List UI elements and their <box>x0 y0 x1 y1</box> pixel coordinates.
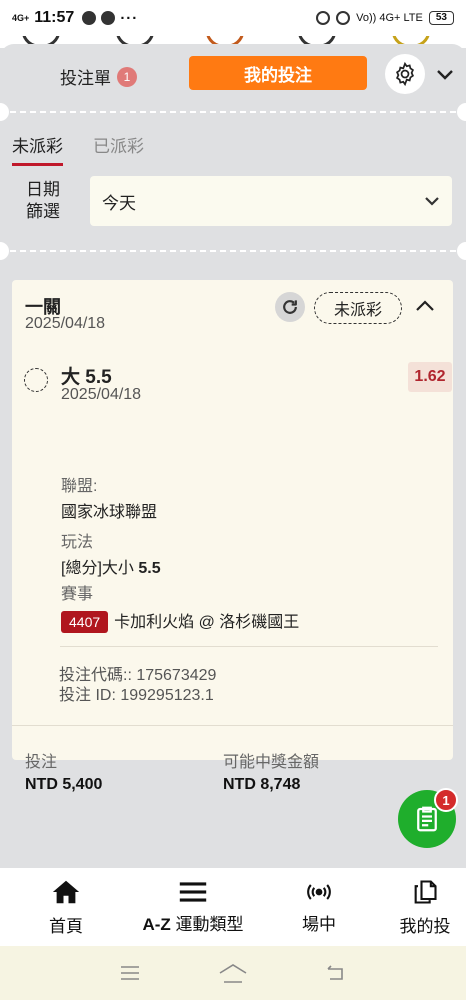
league-value: 國家冰球聯盟 <box>61 504 158 521</box>
date-filter-row: 日期 篩選 今天 <box>26 176 452 226</box>
my-bets-button[interactable]: 我的投注 <box>189 56 367 90</box>
gear-icon <box>396 61 414 87</box>
alarm-icon <box>316 11 331 25</box>
divider <box>0 111 466 113</box>
payout-label: 可能中獎金額 <box>223 754 320 771</box>
event-id-badge: 4407 <box>61 611 109 633</box>
menu-icon <box>179 881 207 902</box>
payout-block: 可能中獎金額 NTD 8,748 <box>223 748 319 794</box>
bet-code: 投注代碼:: 175673429 <box>59 667 217 684</box>
notch <box>457 103 466 121</box>
stake-label: 投注 <box>25 754 58 771</box>
event-name: 卡加利火焰 @ 洛杉磯國王 <box>114 614 300 631</box>
bet-card-header: 一關 2025/04/18 未派彩 <box>12 280 453 340</box>
mute-icon <box>336 11 351 25</box>
settlement-tabs: 未派彩 已派彩 <box>12 132 144 166</box>
bet-slip-label: 投注單 <box>60 69 111 88</box>
status-time: 11:57 <box>34 9 75 26</box>
collapse-card-button[interactable] <box>413 294 437 318</box>
divider <box>0 250 466 252</box>
notch <box>0 242 9 260</box>
league-detail: 聯盟: 國家冰球聯盟 <box>61 472 157 522</box>
tab-settled[interactable]: 已派彩 <box>93 132 144 166</box>
market-label: 玩法 <box>61 534 94 551</box>
my-bets-sheet: 投注單 1 我的投注 未派彩 已派彩 日期 篩選 今天 一關 2025/04/1… <box>0 44 466 868</box>
app-notification-icon <box>82 11 97 25</box>
battery-icon: 53 <box>428 11 454 25</box>
status-right: Vo)) 4G+ LTE 53 <box>316 11 454 25</box>
divider <box>12 725 453 726</box>
nav-label: A-Z 運動類型 <box>142 910 243 935</box>
chevron-up-icon <box>416 300 434 311</box>
payout-value: NTD 8,748 <box>223 776 301 793</box>
tab-unsettled[interactable]: 未派彩 <box>12 132 63 166</box>
date-filter-label-line: 日期 <box>26 180 60 199</box>
bet-card: 一關 2025/04/18 未派彩 大 5.5 2025/04/18 1.62 … <box>12 280 453 793</box>
refresh-icon <box>283 300 297 314</box>
event-detail: 賽事 4407 卡加利火焰 @ 洛杉磯國王 <box>61 580 299 633</box>
date-filter-value: 今天 <box>102 193 136 213</box>
notch <box>457 242 466 260</box>
bet-status-badge: 未派彩 <box>314 292 402 324</box>
selection-date: 2025/04/18 <box>61 386 142 403</box>
market-name: [總分]大小 <box>61 560 139 577</box>
date-filter-select[interactable]: 今天 <box>90 176 452 226</box>
bet-date: 2025/04/18 <box>25 315 106 332</box>
bet-codes: 投注代碼:: 175673429 投注 ID: 199295123.1 <box>59 666 216 706</box>
league-label: 聯盟: <box>61 478 98 495</box>
more-notifications-icon: ··· <box>120 9 139 27</box>
bottom-nav: 首頁 A-Z 運動類型 場中 我的投 <box>0 868 466 946</box>
home-icon <box>52 880 80 903</box>
live-icon <box>307 883 331 900</box>
date-filter-label: 日期 篩選 <box>26 179 66 223</box>
date-filter-label-line: 篩選 <box>26 202 60 221</box>
bet-slip-count-badge: 1 <box>117 66 137 87</box>
chevron-down-icon <box>425 197 439 206</box>
event-label: 賽事 <box>61 586 94 603</box>
bet-slip-count-badge: 1 <box>434 788 458 812</box>
recent-apps-icon[interactable] <box>118 964 142 982</box>
line-notification-icon <box>101 11 116 25</box>
odds-badge: 1.62 <box>408 362 452 392</box>
bet-id: 投注 ID: 199295123.1 <box>59 687 214 704</box>
home-button-icon[interactable] <box>217 962 249 984</box>
divider <box>60 646 438 647</box>
system-nav-bar <box>0 946 466 1000</box>
status-bar: 4G+ 11:57 ··· Vo)) 4G+ LTE 53 <box>0 0 466 36</box>
nav-label-bold: A-Z <box>142 914 171 934</box>
nav-live[interactable]: 場中 <box>254 868 384 946</box>
signal-text: Vo)) 4G+ LTE <box>356 12 423 24</box>
market-detail: 玩法 [總分]大小 5.5 <box>61 528 161 578</box>
nav-label: 場中 <box>302 914 336 934</box>
sheet-header: 投注單 1 我的投注 <box>0 44 466 104</box>
selection-name: 大 5.5 <box>61 367 112 388</box>
nav-sports[interactable]: A-Z 運動類型 <box>132 868 254 946</box>
network-indicator: 4G+ <box>12 12 30 23</box>
settings-button[interactable] <box>385 54 425 94</box>
nav-label: 首頁 <box>49 916 83 936</box>
refresh-button[interactable] <box>275 292 305 322</box>
market-value: [總分]大小 5.5 <box>61 554 161 578</box>
nav-label-text: 運動類型 <box>170 914 244 934</box>
copy-icon <box>414 879 437 904</box>
collapse-sheet-button[interactable] <box>432 62 458 88</box>
nav-label: 我的投 <box>399 916 451 936</box>
notch <box>0 103 9 121</box>
pending-status-icon <box>24 368 48 392</box>
nav-home[interactable]: 首頁 <box>0 868 132 946</box>
chevron-down-icon <box>437 70 453 80</box>
market-line: 5.5 <box>138 560 161 577</box>
stake-value: NTD 5,400 <box>25 776 103 793</box>
event-value: 4407 卡加利火焰 @ 洛杉磯國王 <box>61 608 299 633</box>
stake-block: 投注 NTD 5,400 <box>25 748 102 794</box>
bet-slip-tab[interactable]: 投注單 1 <box>60 64 137 89</box>
back-icon[interactable] <box>324 963 348 983</box>
nav-my-bets[interactable]: 我的投 <box>384 868 466 946</box>
